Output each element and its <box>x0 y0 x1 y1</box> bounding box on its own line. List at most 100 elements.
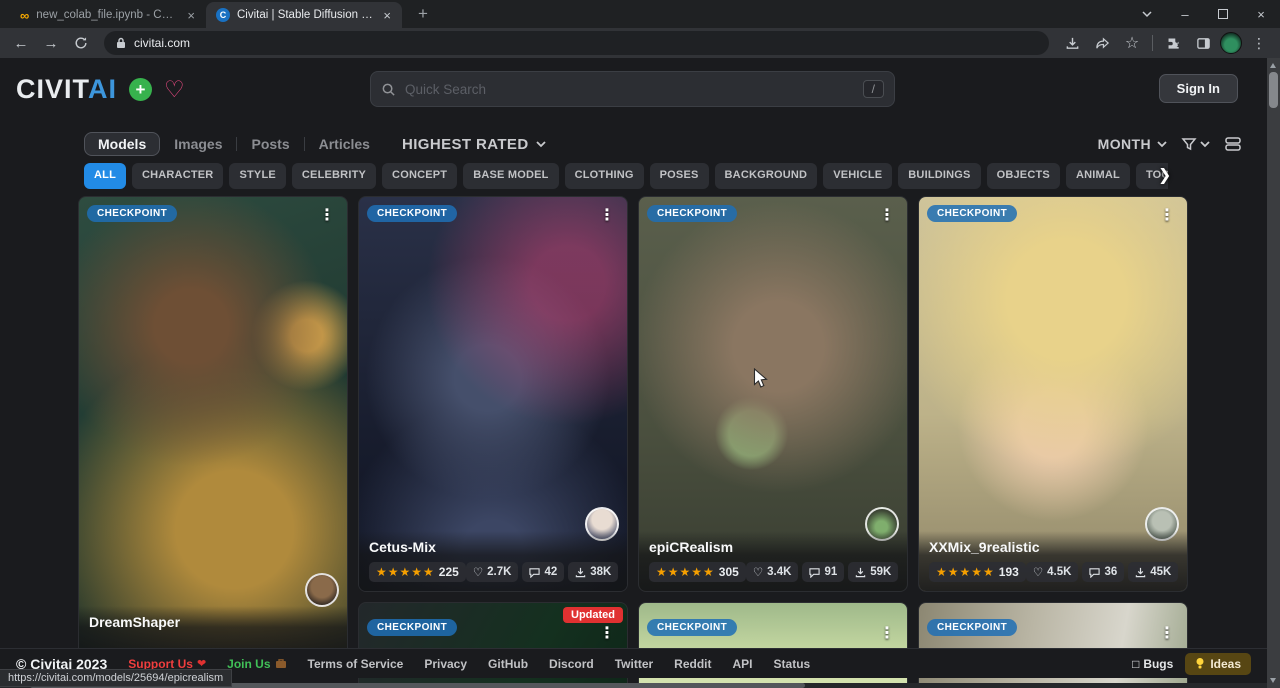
downloads-count: 59K <box>870 566 891 578</box>
footer-link-status[interactable]: Status <box>774 657 811 671</box>
side-panel-icon[interactable] <box>1190 30 1216 56</box>
tab-civitai[interactable]: C Civitai | Stable Diffusion models, × <box>206 2 402 28</box>
checkpoint-badge: CHECKPOINT <box>927 619 1017 636</box>
model-card-dreamshaper[interactable]: CHECKPOINT ⋮ DreamShaper <box>78 196 348 660</box>
card-menu-kebab-icon[interactable]: ⋮ <box>593 621 621 645</box>
footer-link-privacy[interactable]: Privacy <box>424 657 467 671</box>
chip-celebrity[interactable]: CELEBRITY <box>292 163 376 189</box>
ideas-button[interactable]: Ideas <box>1185 653 1251 675</box>
comments-count: 36 <box>1104 566 1117 578</box>
filter-funnel-button[interactable] <box>1181 136 1210 152</box>
download-icon <box>855 567 866 578</box>
downloads-pill: 45K <box>1128 562 1178 582</box>
browser-menu-kebab-icon[interactable]: ⋮ <box>1246 30 1272 56</box>
bugs-button[interactable]: □Bugs <box>1132 657 1173 671</box>
comments-pill: 36 <box>1082 562 1124 582</box>
checkpoint-badge: CHECKPOINT <box>647 619 737 636</box>
card-menu-kebab-icon[interactable]: ⋮ <box>873 203 901 227</box>
footer-link-join-us[interactable]: Join Us <box>227 657 286 671</box>
tab-articles[interactable]: Articles <box>305 132 384 156</box>
browser-profile-avatar[interactable] <box>1220 32 1242 54</box>
scroll-up-arrow-icon[interactable] <box>1270 63 1276 68</box>
downloads-count: 45K <box>1150 566 1171 578</box>
chip-style[interactable]: STYLE <box>229 163 285 189</box>
search-input[interactable] <box>405 82 854 97</box>
footer-link-github[interactable]: GitHub <box>488 657 528 671</box>
chip-concept[interactable]: CONCEPT <box>382 163 457 189</box>
tab-images[interactable]: Images <box>160 132 236 156</box>
civitai-logo[interactable]: CIVITAI <box>16 74 117 105</box>
period-dropdown[interactable]: MONTH <box>1098 136 1167 152</box>
tab-search-chevron-icon[interactable] <box>1128 0 1166 28</box>
creator-avatar[interactable] <box>305 573 339 607</box>
card-footer: Cetus-Mix ★★★★★225 ♡2.7K 42 38K <box>359 531 627 591</box>
tab-models[interactable]: Models <box>84 132 160 156</box>
share-icon[interactable] <box>1089 30 1115 56</box>
chevron-down-icon <box>1200 139 1210 149</box>
tab-close-icon[interactable]: × <box>184 8 198 23</box>
chevron-down-icon <box>536 139 546 149</box>
footer-link-terms[interactable]: Terms of Service <box>308 657 404 671</box>
url-bar[interactable]: civitai.com <box>104 31 1049 55</box>
download-icon[interactable] <box>1059 30 1085 56</box>
tab-colab[interactable]: ∞ new_colab_file.ipynb - Colaborat × <box>10 2 206 28</box>
bugs-label: Bugs <box>1143 657 1173 671</box>
likes-count: 3.4K <box>767 566 791 578</box>
chip-animal[interactable]: ANIMAL <box>1066 163 1130 189</box>
briefcase-icon <box>275 658 287 669</box>
sign-in-button[interactable]: Sign In <box>1159 74 1238 103</box>
card-footer: epiCRealism ★★★★★305 ♡3.4K 91 59K <box>639 531 907 591</box>
layout-toggle-button[interactable] <box>1224 136 1242 152</box>
model-card-xxmix9realistic[interactable]: CHECKPOINT ⋮ XXMix_9realistic ★★★★★193 ♡… <box>918 196 1188 592</box>
downloads-pill: 59K <box>848 562 898 582</box>
footer-link-api[interactable]: API <box>733 657 753 671</box>
chip-character[interactable]: CHARACTER <box>132 163 223 189</box>
tab-posts[interactable]: Posts <box>237 132 303 156</box>
model-card-cetus-mix[interactable]: CHECKPOINT ⋮ Cetus-Mix ★★★★★225 ♡2.7K 42… <box>358 196 628 592</box>
chip-all[interactable]: ALL <box>84 163 126 189</box>
close-window-button[interactable]: × <box>1242 0 1280 28</box>
minimize-button[interactable]: – <box>1166 0 1204 28</box>
rating-pill: ★★★★★193 <box>929 562 1026 582</box>
create-plus-button[interactable]: + <box>129 78 152 101</box>
bookmark-star-icon[interactable]: ☆ <box>1119 30 1145 56</box>
category-chips: ALL CHARACTER STYLE CELEBRITY CONCEPT BA… <box>84 163 1168 189</box>
card-menu-kebab-icon[interactable]: ⋮ <box>1153 621 1181 645</box>
chip-background[interactable]: BACKGROUND <box>715 163 818 189</box>
chip-objects[interactable]: OBJECTS <box>987 163 1060 189</box>
card-menu-kebab-icon[interactable]: ⋮ <box>593 203 621 227</box>
back-button[interactable]: ← <box>8 30 34 56</box>
rating-count: 225 <box>439 565 459 579</box>
chip-poses[interactable]: POSES <box>650 163 709 189</box>
chip-buildings[interactable]: BUILDINGS <box>898 163 980 189</box>
card-menu-kebab-icon[interactable]: ⋮ <box>873 621 901 645</box>
civitai-page: CIVITAI + ♡ / Sign In Models Images Post… <box>0 58 1280 688</box>
chip-base-model[interactable]: BASE MODEL <box>463 163 558 189</box>
chips-scroll-right-icon[interactable]: ❯ <box>1158 165 1171 185</box>
chip-vehicle[interactable]: VEHICLE <box>823 163 892 189</box>
star-rating-icon: ★★★★★ <box>376 565 435 579</box>
favorites-heart-button[interactable]: ♡ <box>164 78 185 101</box>
filter-controls: MONTH <box>1098 130 1242 158</box>
scroll-down-arrow-icon[interactable] <box>1270 678 1276 683</box>
new-tab-button[interactable]: + <box>412 4 434 24</box>
stat-group: ♡4.5K 36 45K <box>1026 562 1179 582</box>
quick-search-box[interactable]: / <box>370 71 895 107</box>
model-card-epicrealism[interactable]: CHECKPOINT ⋮ epiCRealism ★★★★★305 ♡3.4K … <box>638 196 908 592</box>
civitai-favicon-icon: C <box>216 8 230 22</box>
footer-link-twitter[interactable]: Twitter <box>615 657 653 671</box>
card-menu-kebab-icon[interactable]: ⋮ <box>313 203 341 227</box>
extensions-puzzle-icon[interactable] <box>1160 30 1186 56</box>
tab-close-icon[interactable]: × <box>380 8 394 23</box>
sort-dropdown[interactable]: HIGHEST RATED <box>402 136 546 153</box>
footer-link-reddit[interactable]: Reddit <box>674 657 711 671</box>
card-menu-kebab-icon[interactable]: ⋮ <box>1153 203 1181 227</box>
checkpoint-badge: CHECKPOINT <box>927 205 1017 222</box>
forward-button[interactable]: → <box>38 30 64 56</box>
footer-link-discord[interactable]: Discord <box>549 657 594 671</box>
reload-button[interactable] <box>68 30 94 56</box>
vertical-scrollbar-thumb[interactable] <box>1269 72 1278 108</box>
chip-clothing[interactable]: CLOTHING <box>565 163 644 189</box>
maximize-button[interactable] <box>1204 0 1242 28</box>
vertical-scrollbar[interactable] <box>1267 58 1280 688</box>
